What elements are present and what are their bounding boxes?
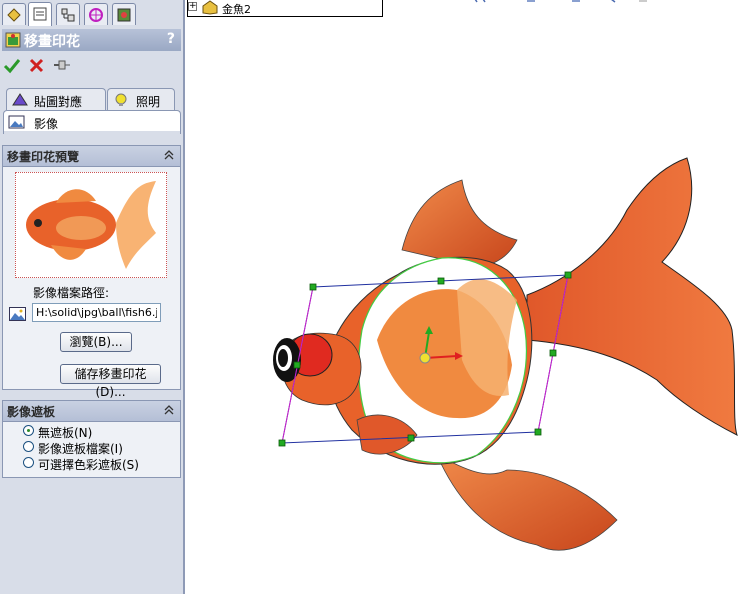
target-icon [89, 8, 103, 22]
tab-image-label: 影像 [34, 117, 59, 131]
tail-fin [526, 157, 738, 436]
image-mask-title: 影像遮板 [7, 405, 56, 419]
radio-button[interactable] [23, 457, 34, 468]
image-path-input[interactable] [32, 303, 161, 322]
checkmark-icon [3, 59, 21, 74]
property-manager-panel: 移畫印花 ? 貼圖對應 照明 影像 移畫印花預覽 影像檔案路徑: H:\soli… [0, 0, 185, 594]
close-icon [29, 58, 44, 73]
tab-body [3, 131, 181, 134]
graphics-area[interactable]: + 金魚2 [187, 0, 754, 594]
tab-decal-mapping[interactable]: 貼圖對應 [6, 88, 106, 110]
part-name[interactable]: 金魚2 [222, 1, 251, 17]
collapse-icon[interactable] [163, 149, 175, 161]
expand-toggle[interactable]: + [188, 2, 197, 11]
image-path-label: 影像檔案路徑: [33, 286, 110, 300]
mask-option-label: 影像遮板檔案(I) [38, 442, 123, 456]
tab-decal-mapping-label: 貼圖對應 [34, 95, 83, 109]
mask-option-label: 可選擇色彩遮板(S) [38, 458, 139, 472]
goldfish-model [273, 157, 738, 551]
part-icon [202, 0, 218, 15]
image-mask-header[interactable]: 影像遮板 [3, 401, 180, 422]
mapping-icon [12, 93, 28, 106]
save-decal-button[interactable]: 儲存移畫印花(D)... [60, 364, 161, 399]
decal-preview-header[interactable]: 移畫印花預覽 [3, 146, 180, 167]
property-icon [33, 7, 47, 21]
feature-tree-flyout: + 金魚2 [187, 0, 383, 17]
decal-preview-group: 移畫印花預覽 影像檔案路徑: 瀏覽(B)... 儲存移畫印花(D)... [2, 145, 181, 399]
pin-button[interactable] [52, 56, 72, 76]
tab-lighting[interactable]: 照明 [107, 88, 175, 110]
tab-lighting-label: 照明 [136, 95, 161, 109]
image-icon [8, 115, 25, 129]
help-button[interactable]: ? [167, 31, 175, 47]
feature-tree-icon [7, 8, 21, 22]
tab-image[interactable]: 影像 [3, 110, 181, 132]
ok-button[interactable] [2, 56, 22, 76]
configuration-manager-tab[interactable] [56, 3, 80, 25]
radio-button[interactable] [23, 441, 34, 452]
anal-fin [436, 454, 618, 551]
image-mask-group: 影像遮板 無遮板(N) 影像遮板檔案(I) 可選擇色彩遮板(S) [2, 400, 181, 478]
view-toolbar-fragment [474, 0, 647, 3]
image-file-icon [9, 307, 26, 321]
manager-tab-strip [0, 0, 185, 28]
configuration-icon [61, 8, 75, 22]
feature-manager-tab[interactable] [2, 3, 26, 25]
property-manager-title: 移畫印花 [24, 34, 80, 50]
collapse-icon[interactable] [163, 404, 175, 416]
decal-preview-title: 移畫印花預覽 [7, 150, 80, 164]
property-manager-title-bar: 移畫印花 ? [2, 29, 181, 51]
radio-button[interactable] [23, 425, 34, 436]
goldfish-thumbnail [26, 181, 156, 269]
property-manager-tab[interactable] [28, 2, 52, 26]
decal-preview-image [15, 172, 167, 278]
light-bulb-icon [115, 93, 127, 106]
browse-button[interactable]: 瀏覽(B)... [60, 332, 132, 352]
mask-option-label: 無遮板(N) [38, 426, 93, 440]
decal-icon [5, 32, 21, 48]
display-icon [117, 8, 131, 22]
dimxpert-manager-tab[interactable] [84, 3, 108, 25]
pushpin-icon [54, 60, 70, 70]
dorsal-fin [401, 179, 518, 267]
display-manager-tab[interactable] [112, 3, 136, 25]
cancel-button[interactable] [27, 56, 47, 76]
